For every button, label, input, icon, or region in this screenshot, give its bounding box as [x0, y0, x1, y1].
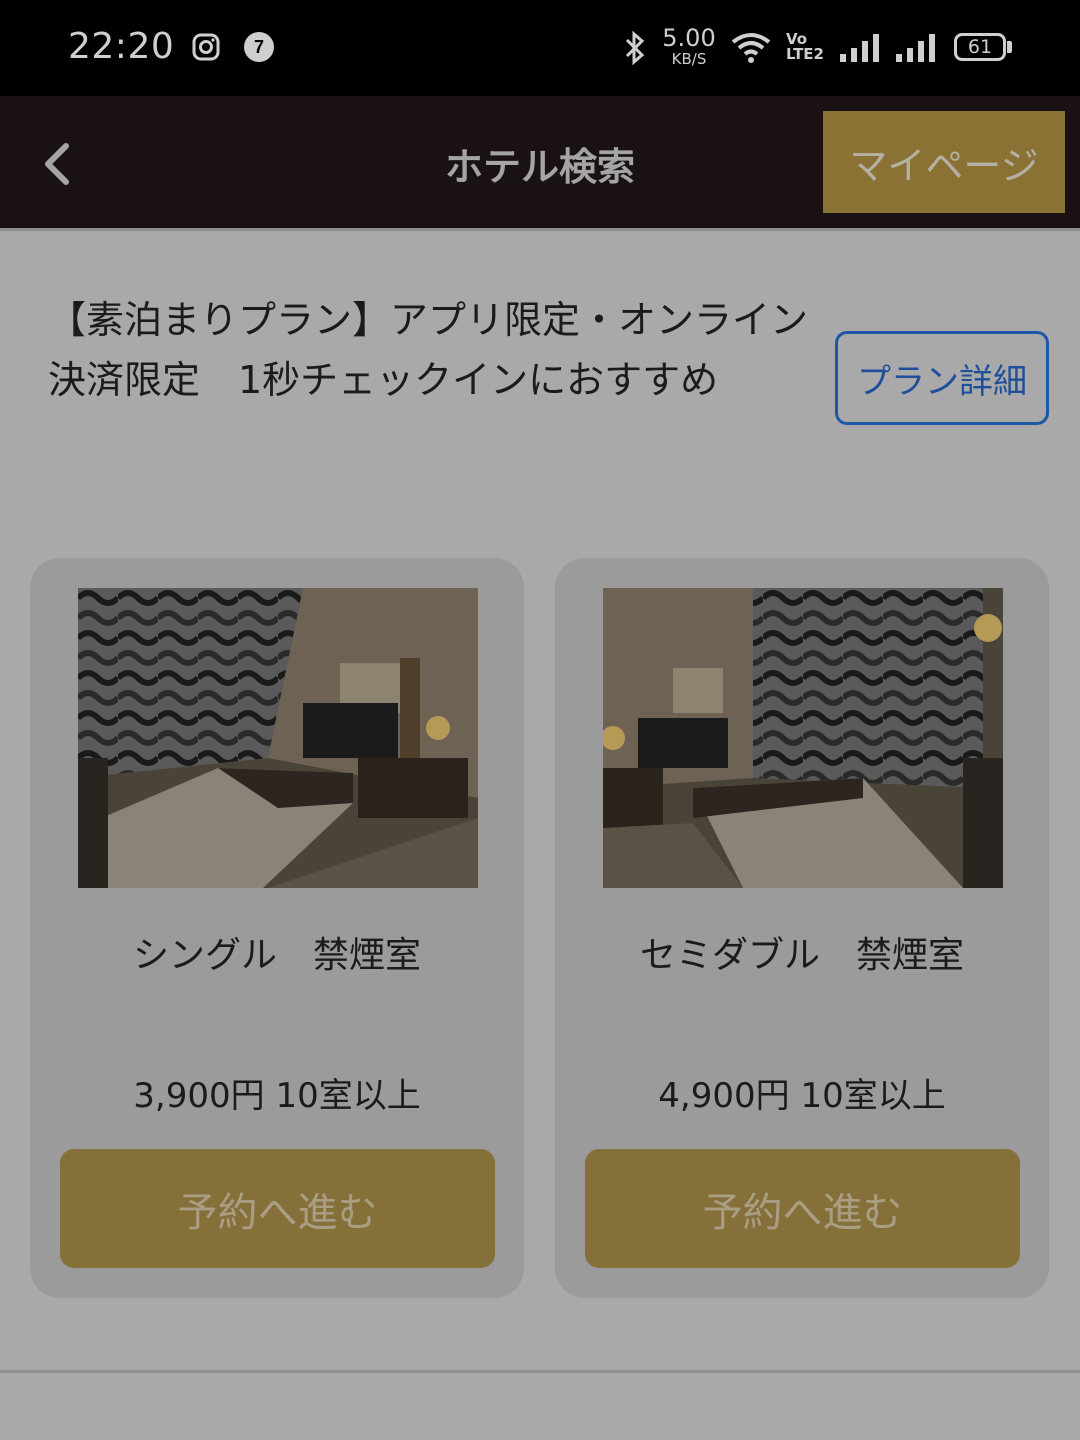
signal-icon	[840, 34, 879, 62]
battery-icon: 61	[954, 33, 1006, 61]
volte-indicator: Vo LTE2	[786, 30, 824, 63]
room-card: シングル 禁煙室 3,900円 10室以上 予約へ進む	[30, 558, 524, 1298]
room-price: 3,900円 10室以上	[133, 1076, 421, 1116]
room-name: シングル 禁煙室	[132, 935, 421, 976]
svg-text:7: 7	[254, 37, 264, 57]
seven-eleven-icon: 7	[244, 32, 274, 62]
wifi-icon	[731, 33, 771, 63]
bottom-divider	[0, 1370, 1080, 1373]
header-divider	[0, 228, 1080, 231]
room-photo-single[interactable]	[78, 588, 478, 888]
status-time: 22:20	[68, 26, 175, 67]
reserve-button[interactable]: 予約へ進む	[60, 1149, 495, 1268]
signal-icon	[896, 34, 935, 62]
network-speed: 5.00 KB/S	[662, 24, 716, 68]
plan-detail-button[interactable]: プラン詳細	[835, 331, 1049, 425]
room-name: セミダブル 禁煙室	[639, 935, 964, 976]
battery-tip	[1007, 41, 1012, 53]
room-card: セミダブル 禁煙室 4,900円 10室以上 予約へ進む	[555, 558, 1049, 1298]
app-header: ホテル検索 マイページ	[0, 96, 1080, 228]
plan-title: 【素泊まりプラン】アプリ限定・オンライン決済限定 1秒チェックインにおすすめ	[48, 298, 809, 402]
status-bar: 22:20 7 5.00 KB/S Vo LTE2 61	[0, 0, 1080, 96]
room-price: 4,900円 10室以上	[658, 1076, 946, 1116]
room-photo-semi-double[interactable]	[603, 588, 1003, 888]
mypage-button[interactable]: マイページ	[823, 111, 1065, 213]
instagram-icon	[192, 33, 220, 61]
reserve-button[interactable]: 予約へ進む	[585, 1149, 1020, 1268]
bluetooth-icon	[625, 30, 645, 66]
